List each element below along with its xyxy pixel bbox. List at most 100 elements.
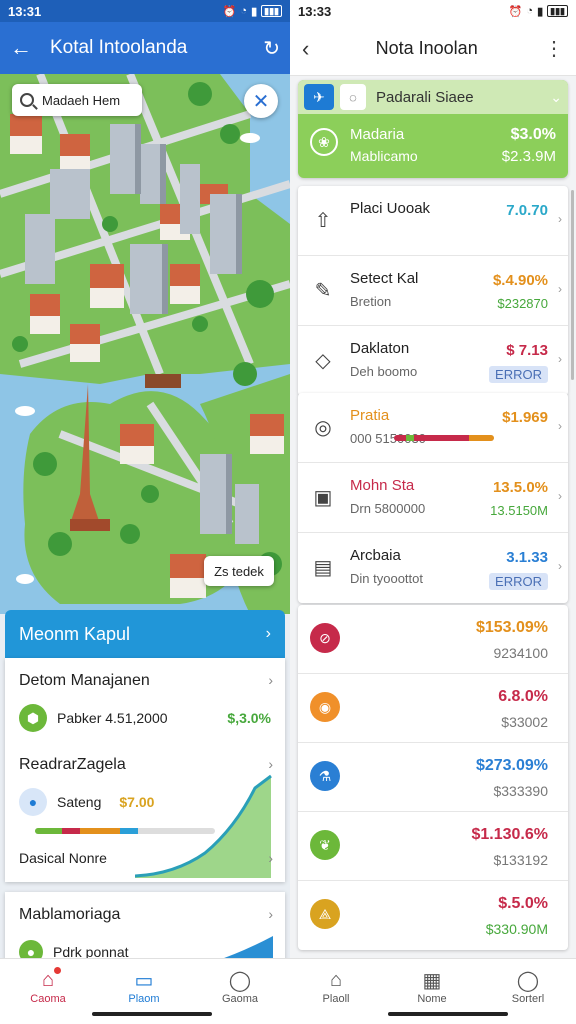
list-item[interactable]: ▣ Mohn Sta Drn 5800000 13.5.0% 13.5150M › [298, 463, 568, 533]
profile-icon: ◯ [228, 969, 252, 992]
chart-icon: ▤ [313, 556, 333, 579]
sun-icon: ◉ [310, 692, 340, 722]
chat-icon[interactable]: ◌ [340, 84, 366, 110]
status-badge: ERROR [489, 573, 548, 590]
nav-label: Sorterl [511, 993, 545, 1005]
list-group-3: ⊘ $153.09% 9234100 ◉ 6.8.0% $33002 ⚗ $273.09% $3… [298, 605, 568, 950]
status-icons: ⏰ ◔ ▮ ▮▮▮ [223, 5, 282, 18]
list-group-2: ◎ Pratia 000 5150030 $1.969 › ▣ Mohn Sta Drn 58… [298, 393, 568, 603]
chevron-right-icon[interactable]: › [268, 850, 273, 866]
item-subtitle: Bretion [350, 294, 392, 309]
section-title[interactable]: ReadrarZagela [19, 756, 126, 774]
alarm-icon: ⏰ [222, 5, 237, 18]
featured-value: $3.0% [510, 126, 556, 143]
home-icon: ⌂ [329, 968, 343, 991]
status-icons: ⏰ ◔ ▮ ▮▮▮ [509, 5, 568, 18]
item-amount: 13.5150M [490, 503, 548, 518]
item-value: 7.0.70 [506, 202, 548, 219]
split-screen: 13:31 ⏰ ◔ ▮ ▮▮▮ ← Kotal Intoolanda ↻ Mad… [0, 0, 576, 1024]
card-title[interactable]: Detom Manajanen [19, 672, 150, 690]
chevron-down-icon[interactable]: ⌄ [550, 89, 562, 106]
list-item[interactable]: ◉ 6.8.0% $33002 [298, 674, 568, 743]
chevron-right-icon: › [558, 212, 562, 226]
progress-segment [119, 828, 138, 834]
item-value: $1.130.6% [471, 826, 548, 843]
status-bar: 13:31 ⏰ ◔ ▮ ▮▮▮ [0, 0, 290, 22]
more-vert-icon[interactable]: ⋮ [544, 36, 564, 61]
gem-icon: ⟁ [310, 899, 340, 929]
trend-area-chart [135, 774, 272, 878]
nav-item[interactable]: ⌂ Plaoll [288, 959, 384, 1024]
chevron-right-icon[interactable]: › [268, 672, 273, 688]
chevron-right-icon: › [558, 559, 562, 573]
list-item[interactable]: ❦ $1.130.6% $133192 [298, 812, 568, 881]
chevron-right-icon: › [558, 419, 562, 433]
progress-segment [80, 828, 120, 834]
item-title: Pratia [350, 407, 390, 424]
notification-dot [54, 967, 61, 974]
map-scale-chip[interactable]: Zs tedek [204, 556, 274, 586]
list-item[interactable]: ⊘ $153.09% 9234100 [298, 605, 568, 674]
battery-icon: ▮▮▮ [261, 5, 282, 17]
list-item[interactable]: ◎ Pratia 000 5150030 $1.969 › [298, 393, 568, 463]
summary-row-value: $,3.0% [227, 710, 271, 726]
management-card: Detom Manajanen › ⬢ Pabker 4.51,2000 $,3… [5, 658, 285, 882]
progress-segment [35, 828, 62, 834]
back-arrow-icon[interactable]: ← [10, 35, 38, 61]
progress-bar [394, 435, 494, 441]
card-title: Mablamoriaga [19, 906, 121, 923]
chevron-left-icon[interactable]: ‹ [302, 36, 309, 62]
scrollbar[interactable] [571, 190, 574, 380]
map-search-field[interactable]: Madaeh Hem [12, 84, 142, 116]
featured-sub: Mablicamo [350, 148, 418, 164]
featured-card[interactable]: ✈ ◌ Padarali Siaee ⌄ ❀ Madaria Mablicamo… [298, 80, 568, 178]
item-subtitle: Drn 5800000 [350, 501, 426, 516]
status-time: 13:31 [8, 3, 42, 19]
nav-item[interactable]: ⌂ Caoma [0, 959, 96, 1024]
search-icon [20, 93, 34, 107]
setting-row[interactable]: ● Sateng $7.00 [19, 788, 271, 816]
item-value: $1.969 [502, 409, 548, 426]
item-title: Placi Uooak [350, 200, 431, 217]
secondary-card[interactable]: Mablamoriaga › ● Pdrk ponnat [5, 892, 285, 962]
diamond-icon: ◇ [315, 349, 331, 372]
inbox-icon: ▦ [422, 969, 442, 992]
close-icon[interactable]: ✕ [244, 84, 278, 118]
sprout-icon: ❀ [310, 128, 338, 156]
chevron-right-icon: › [558, 489, 562, 503]
compass-icon: ⊘ [310, 623, 340, 653]
city-map[interactable] [0, 74, 290, 614]
alarm-icon: ⏰ [508, 5, 523, 18]
progress-segment [414, 435, 469, 441]
footer-label[interactable]: Dasical Nonre [19, 850, 107, 866]
panel-header[interactable]: Meonm Kapul › [5, 610, 285, 658]
right-app-pane: 13:33 ⏰ ◔ ▮ ▮▮▮ ‹ Nota Inoolan ⋮ ✈ ◌ Pad… [290, 0, 576, 1024]
list-item[interactable]: ▤ Arcbaia Din tyooottot 3.1.33 ERROR › [298, 533, 568, 603]
user-icon: ● [19, 788, 47, 816]
progress-segment [469, 435, 494, 441]
item-title: Daklaton [350, 340, 410, 357]
plane-icon[interactable]: ✈ [304, 84, 334, 110]
refresh-icon[interactable]: ↻ [263, 36, 280, 61]
setting-row-label: Sateng [57, 794, 102, 810]
item-value: $.4.90% [492, 272, 548, 289]
featured-tab-label: Padarali Siaee [376, 88, 474, 106]
item-value: $ 7.13 [506, 342, 548, 359]
status-badge: ERROR [489, 366, 548, 383]
item-title: Mohn Sta [350, 477, 415, 494]
shield-icon: ⬢ [19, 704, 47, 732]
list-item[interactable]: ◇ Daklaton Deh boomo $ 7.13 ERROR › [298, 326, 568, 396]
item-subtitle: Deh boomo [350, 364, 418, 379]
item-subtitle: Din tyooottot [350, 571, 423, 586]
summary-row[interactable]: ⬢ Pabker 4.51,2000 $,3.0% [19, 704, 271, 732]
layers-icon: ▣ [313, 486, 333, 509]
list-item[interactable]: ⟁ $.5.0% $330.90M [298, 881, 568, 950]
home-indicator [388, 1012, 508, 1016]
page-title: Kotal Intoolanda [50, 37, 188, 58]
item-value: 13.5.0% [492, 479, 548, 496]
featured-name: Madaria [350, 126, 405, 143]
nav-label: Plaom [128, 993, 160, 1005]
list-item[interactable]: ✎ Setect Kal Bretion $.4.90% $232870 › [298, 256, 568, 326]
list-item[interactable]: ⚗ $273.09% $333390 [298, 743, 568, 812]
list-item[interactable]: ⇧ Placi Uooak 7.0.70 › [298, 186, 568, 256]
